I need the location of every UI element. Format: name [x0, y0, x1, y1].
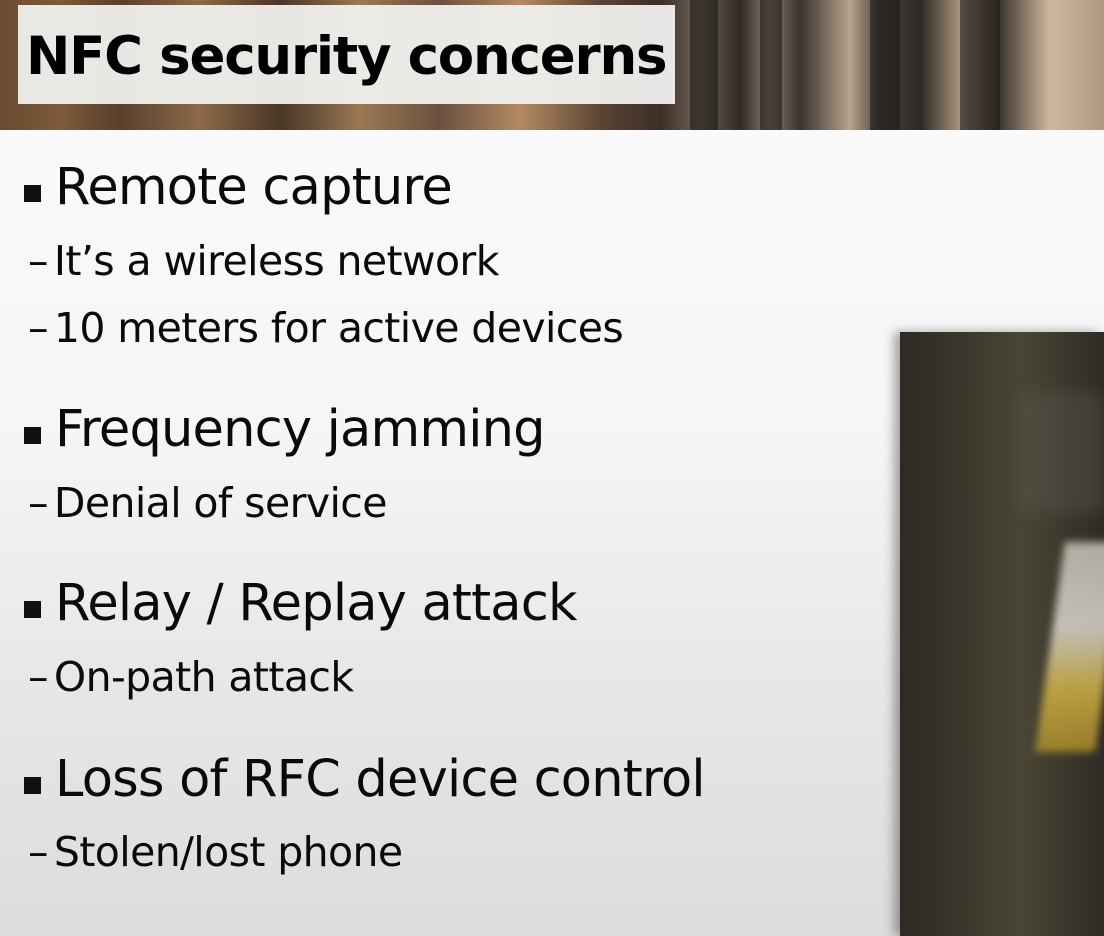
photo-highlight [1035, 542, 1104, 752]
bullet-text: Remote capture [55, 158, 453, 217]
sub-bullet-item: –10 meters for active devices [28, 304, 624, 352]
sub-bullet-text: 10 meters for active devices [53, 304, 624, 352]
sub-bullet-text: It’s a wireless network [53, 237, 500, 285]
banner-pole [690, 0, 718, 130]
side-photo [900, 332, 1104, 936]
bullet-text: Relay / Replay attack [55, 574, 578, 633]
square-bullet-icon [24, 601, 41, 618]
bullet-text: Frequency jamming [55, 400, 546, 459]
slide-title: NFC security concerns [26, 26, 668, 87]
banner-pole [960, 0, 1000, 130]
sub-bullet-text: Stolen/lost phone [53, 828, 403, 876]
sub-bullet-text: Denial of service [53, 479, 388, 527]
bullet-item: Remote capture [24, 158, 453, 217]
square-bullet-icon [24, 777, 41, 794]
bullet-item: Loss of RFC device control [24, 750, 706, 809]
dash-bullet: – [28, 237, 49, 285]
bullet-text: Loss of RFC device control [55, 750, 706, 809]
bullet-item: Relay / Replay attack [24, 574, 578, 633]
sub-bullet-item: – Denial of service [28, 479, 387, 527]
slide-content: Remote capture – It’s a wireless network … [0, 130, 890, 936]
sub-bullet-item: – It’s a wireless network [28, 237, 499, 285]
square-bullet-icon [24, 185, 41, 202]
sub-bullet-item: – Stolen/lost phone [28, 828, 403, 876]
banner-pole [870, 0, 900, 130]
photo-shadow [1020, 392, 1104, 512]
dash-bullet: – [28, 828, 49, 876]
square-bullet-icon [24, 427, 41, 444]
banner-pole [760, 0, 782, 130]
sub-bullet-text: On-path attack [53, 653, 354, 701]
sub-bullet-item: – On-path attack [28, 653, 354, 701]
dash-bullet: – [28, 479, 49, 527]
dash-bullet: – [28, 304, 49, 352]
bullet-item: Frequency jamming [24, 400, 546, 459]
dash-bullet: – [28, 653, 49, 701]
